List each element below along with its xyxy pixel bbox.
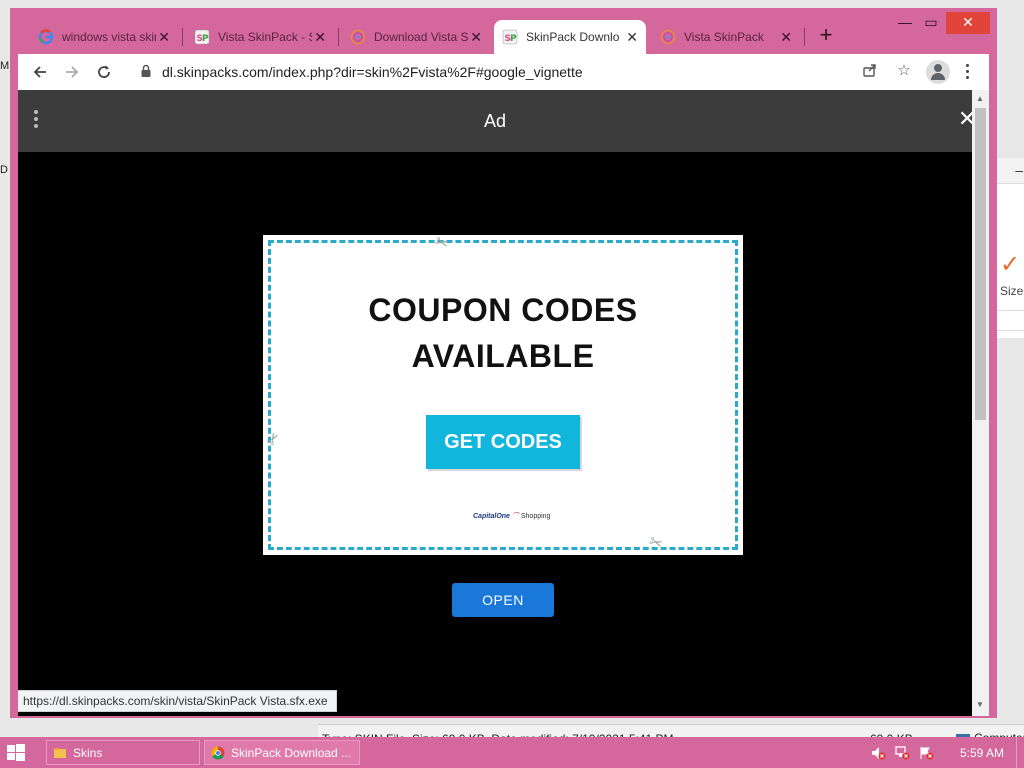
size-column-header[interactable]: Size <box>1000 284 1023 298</box>
show-desktop-button[interactable] <box>1016 737 1024 768</box>
capital-one-shopping-logo: CapitalOne ⌒ Shopping <box>473 513 551 520</box>
tab-label: Download Vista S <box>374 30 468 44</box>
tab-label: Vista SkinPack <box>684 30 764 44</box>
checkmark-icon: ✓ <box>1000 251 1021 278</box>
coupon-headline: COUPON CODES AVAILABLE <box>368 292 638 374</box>
skinpack-icon: SP <box>502 29 518 45</box>
get-codes-button[interactable]: GET CODES <box>426 415 580 469</box>
url-text[interactable]: dl.skinpacks.com/index.php?dir=skin%2Fvi… <box>162 64 583 80</box>
ad-header-bar: Ad ✕ <box>18 90 976 152</box>
chrome-icon <box>211 746 225 760</box>
close-tab-icon[interactable]: ✕ <box>158 29 170 46</box>
new-tab-button[interactable]: + <box>814 23 838 47</box>
browser-toolbar: dl.skinpacks.com/index.php?dir=skin%2Fvi… <box>18 54 989 90</box>
browser-window: windows vista skin ✕ SP Vista SkinPack -… <box>10 8 997 718</box>
svg-text:P: P <box>202 34 209 44</box>
scroll-down-arrow-icon[interactable]: ▼ <box>976 700 984 709</box>
bg-edge-letter: M <box>0 60 10 72</box>
status-bubble-url: https://dl.skinpacks.com/skin/vista/Skin… <box>18 690 337 712</box>
scrollbar-thumb[interactable] <box>975 108 986 420</box>
close-tab-icon[interactable]: ✕ <box>626 29 638 46</box>
network-icon[interactable] <box>894 745 910 761</box>
tab-strip: windows vista skin ✕ SP Vista SkinPack -… <box>10 8 997 54</box>
tab-vista-skinpack-2[interactable]: Vista SkinPack ✕ <box>652 20 800 54</box>
tab-label: Vista SkinPack - S <box>218 30 312 44</box>
back-arrow-icon <box>33 66 46 78</box>
address-bar[interactable]: dl.skinpacks.com/index.php?dir=skin%2Fvi… <box>130 57 900 87</box>
open-ad-button[interactable]: OPEN <box>452 583 554 617</box>
taskbar-item-skins[interactable]: Skins <box>46 740 200 765</box>
lock-icon[interactable] <box>140 64 152 83</box>
close-tab-icon[interactable]: ✕ <box>780 29 792 46</box>
background-explorer-pane: – ✓ Size <box>996 158 1024 338</box>
tab-windows-vista-skin[interactable]: windows vista skin ✕ <box>30 20 178 54</box>
page-scrollbar[interactable]: ▲ ▼ <box>972 90 989 716</box>
browser-menu-icon[interactable] <box>964 63 970 81</box>
coupon-ad-card[interactable]: ✂ ✂ ✂ COUPON CODES AVAILABLE GET CODES C… <box>263 233 743 555</box>
forward-arrow-icon <box>66 66 79 78</box>
tab-label: SkinPack Downlo <box>526 30 620 44</box>
bg-edge-letter: D <box>0 164 8 176</box>
reload-icon <box>98 65 110 78</box>
share-icon[interactable] <box>858 58 882 82</box>
folder-icon <box>53 746 67 760</box>
tab-vista-skinpack[interactable]: SP Vista SkinPack - S ✕ <box>186 20 334 54</box>
svg-text:P: P <box>510 34 517 44</box>
action-center-flag-icon[interactable] <box>918 745 934 761</box>
google-g-icon <box>38 29 54 45</box>
scroll-up-arrow-icon[interactable]: ▲ <box>976 94 984 103</box>
start-button-windows-icon[interactable] <box>6 743 26 763</box>
close-tab-icon[interactable]: ✕ <box>470 29 482 46</box>
forward-button[interactable] <box>58 58 86 86</box>
maximize-button[interactable]: ▭ <box>916 12 946 34</box>
bookmark-star-icon[interactable]: ☆ <box>892 58 916 82</box>
close-window-button[interactable]: ✕ <box>946 12 990 34</box>
profile-avatar-icon[interactable] <box>926 60 950 84</box>
skinpacks-swirl-icon <box>660 29 676 45</box>
taskbar-clock[interactable]: 5:59 AM <box>960 746 1004 760</box>
page-viewport: Ad ✕ ✂ ✂ ✂ COUPON CODES AVAILABLE GET CO… <box>18 90 989 716</box>
ad-title: Ad <box>483 111 507 131</box>
windows-taskbar: Skins SkinPack Download ... 5:59 AM <box>0 737 1024 768</box>
taskbar-item-chrome[interactable]: SkinPack Download ... <box>204 740 360 765</box>
system-tray <box>870 745 934 761</box>
back-button[interactable] <box>26 58 54 86</box>
tab-label: windows vista skin <box>62 30 156 44</box>
reload-button[interactable] <box>90 58 118 86</box>
tab-skinpack-download[interactable]: SP SkinPack Downlo ✕ <box>494 20 646 54</box>
skinpacks-swirl-icon <box>350 29 366 45</box>
tab-download-vista[interactable]: Download Vista S ✕ <box>342 20 490 54</box>
close-tab-icon[interactable]: ✕ <box>314 29 326 46</box>
volume-muted-icon[interactable] <box>870 745 886 761</box>
skinpack-icon: SP <box>194 29 210 45</box>
